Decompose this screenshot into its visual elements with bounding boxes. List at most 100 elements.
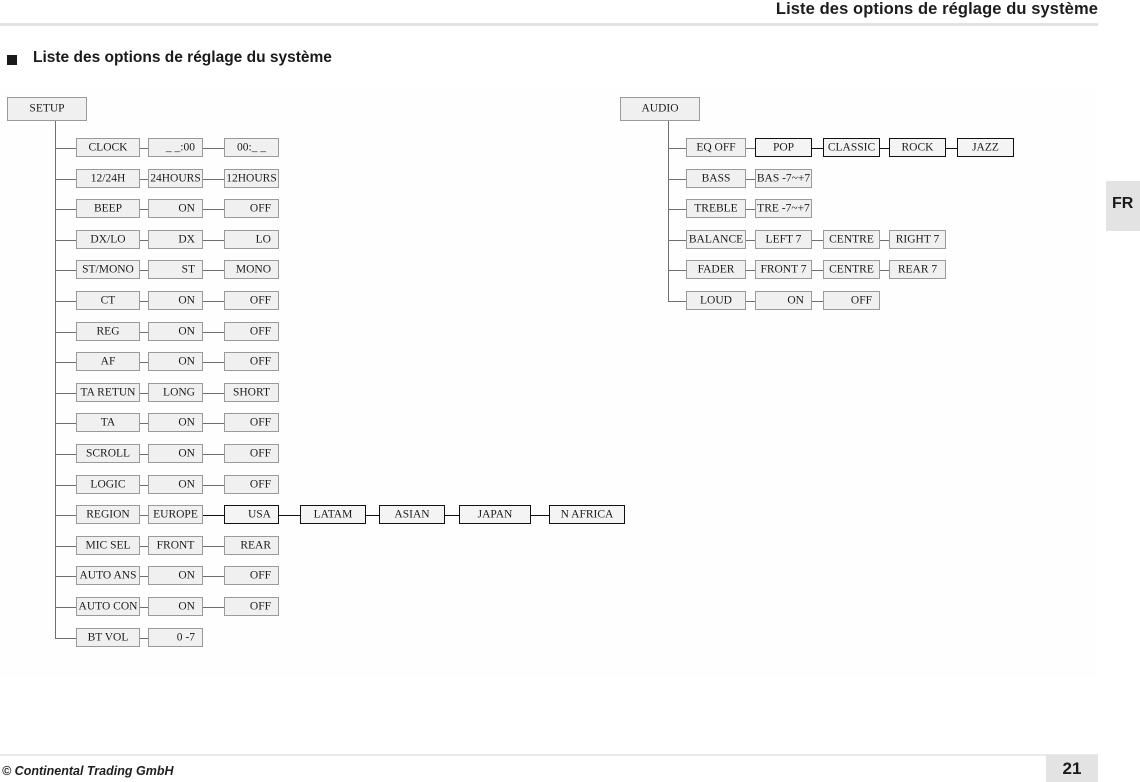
menu-option-auto-ans-0-label: ON <box>178 568 195 581</box>
menu-option-loud-0-label: ON <box>787 293 804 306</box>
menu-item-dx-lo: DX/LO <box>76 230 140 249</box>
menu-option-dx-lo-1-label: LO <box>255 232 271 245</box>
menu-option-st-mono-0: ST <box>148 260 203 279</box>
menu-option-ta-0: ON <box>148 413 203 432</box>
menu-option-balance-0: LEFT 7 <box>755 230 812 249</box>
menu-item-ct: CT <box>76 291 140 310</box>
menu-option-af-1-label: OFF <box>249 354 271 367</box>
connector-line <box>668 179 686 180</box>
menu-option-mic-sel-0: FRONT <box>148 536 203 555</box>
menu-option-auto-ans-1-label: OFF <box>249 568 271 581</box>
menu-option-ta-retun-0: LONG <box>148 383 203 402</box>
connector-line <box>445 515 459 516</box>
menu-option-fader-0-label: FRONT 7 <box>760 262 807 275</box>
connector-line <box>668 240 686 241</box>
menu-item-12-24h: 12/24H <box>76 169 140 188</box>
page-header-title: Liste des options de réglage du système <box>775 0 1098 18</box>
connector-line <box>203 454 224 455</box>
menu-option-bt-vol-0-label: 0 -7 <box>176 630 195 643</box>
connector-line <box>140 393 148 394</box>
connector-line <box>203 423 224 424</box>
connector-line <box>55 607 76 608</box>
connector-line <box>140 179 148 180</box>
language-tab-label: FR <box>1112 195 1134 212</box>
menu-option-fader-2-label: REAR 7 <box>897 262 938 275</box>
menu-item-loud-label: LOUD <box>700 293 732 306</box>
menu-option-ct-1-label: OFF <box>249 293 271 306</box>
connector-line <box>746 209 755 210</box>
connector-line <box>55 270 76 271</box>
menu-option-logic-1: OFF <box>224 475 279 494</box>
menu-item-region: REGION <box>76 505 140 524</box>
menu-option-logic-1-label: OFF <box>249 477 271 490</box>
menu-option-balance-2: RIGHT 7 <box>889 230 946 249</box>
menu-option-loud-0: ON <box>755 291 812 310</box>
menu-item-logic-label: LOGIC <box>90 477 126 490</box>
connector-line <box>55 423 76 424</box>
menu-item-ta-retun-label: TA RETUN <box>80 385 136 398</box>
menu-option-logic-0: ON <box>148 475 203 494</box>
connector-line <box>140 148 148 149</box>
menu-option-region-1-label: USA <box>247 507 271 520</box>
menu-option-beep-0: ON <box>148 199 203 218</box>
connector-line <box>203 179 224 180</box>
connector-line <box>668 209 686 210</box>
tree-root-audio-label: AUDIO <box>641 102 679 115</box>
menu-option-reg-1-label: OFF <box>249 324 271 337</box>
menu-option-st-mono-0-label: ST <box>181 262 195 275</box>
connector-line <box>140 270 148 271</box>
connector-line <box>55 485 76 486</box>
menu-option-region-0-label: EUROPE <box>153 507 198 520</box>
menu-option-region-3: ASIAN <box>379 505 445 524</box>
footer-divider <box>0 754 1098 756</box>
connector-line <box>531 515 549 516</box>
menu-option-logic-0-label: ON <box>178 477 195 490</box>
menu-option-fader-1: CENTRE <box>823 260 880 279</box>
connector-line <box>140 362 148 363</box>
connector-line <box>203 576 224 577</box>
menu-item-ta: TA <box>76 413 140 432</box>
connector-line <box>140 485 148 486</box>
menu-option-mic-sel-1: REAR <box>224 536 279 555</box>
menu-option-treble-0: TRE -7~+7 <box>755 199 812 218</box>
connector-line <box>746 179 755 180</box>
menu-option-clock-0: _ _:00 <box>148 138 203 157</box>
menu-item-fader: FADER <box>686 260 746 279</box>
menu-item-region-label: REGION <box>86 507 130 520</box>
connector-line <box>55 240 76 241</box>
connector-line <box>55 576 76 577</box>
menu-item-af-label: AF <box>100 354 116 367</box>
header-divider <box>0 23 1098 26</box>
menu-item-ta-label: TA <box>100 415 116 428</box>
menu-option-clock-0-label: _ _:00 <box>165 140 195 153</box>
menu-option-loud-1-label: OFF <box>850 293 872 306</box>
connector-line <box>203 209 224 210</box>
menu-item-logic: LOGIC <box>76 475 140 494</box>
menu-item-clock-label: CLOCK <box>88 140 128 153</box>
connector-line <box>55 454 76 455</box>
menu-item-dx-lo-label: DX/LO <box>90 232 126 245</box>
connector-line <box>55 301 76 302</box>
connector-line <box>203 240 224 241</box>
menu-item-scroll-label: SCROLL <box>85 446 131 459</box>
connector-line <box>203 607 224 608</box>
menu-option-ta-retun-1-label: SHORT <box>232 385 270 398</box>
manual-page: Liste des options de réglage du système … <box>0 0 1140 782</box>
menu-option-scroll-1-label: OFF <box>249 446 271 459</box>
connector-line <box>140 515 148 516</box>
connector-line <box>55 209 76 210</box>
menu-option-fader-0: FRONT 7 <box>755 260 812 279</box>
connector-line <box>55 362 76 363</box>
menu-item-st-mono-label: ST/MONO <box>82 262 134 275</box>
menu-option-region-2: LATAM <box>300 505 366 524</box>
connector-line <box>812 240 823 241</box>
menu-option-fader-2: REAR 7 <box>889 260 946 279</box>
connector-line <box>203 301 224 302</box>
connector-line <box>668 148 686 149</box>
menu-option-mic-sel-1-label: REAR <box>240 538 271 551</box>
menu-option-bass-0-label: BAS -7~+7 <box>756 171 811 184</box>
menu-item-auto-con-label: AUTO CON <box>78 599 138 612</box>
connector-line <box>140 209 148 210</box>
menu-option-region-3-label: ASIAN <box>394 507 430 520</box>
connector-line <box>880 240 889 241</box>
